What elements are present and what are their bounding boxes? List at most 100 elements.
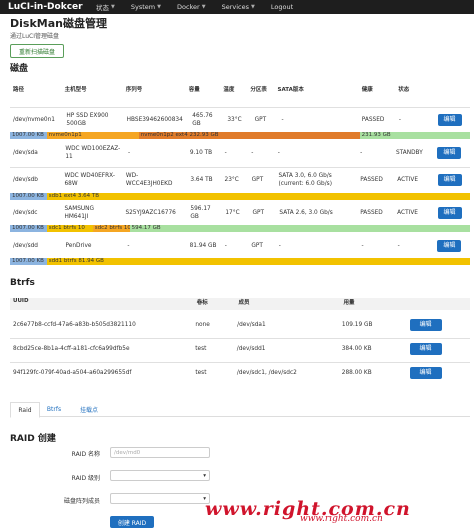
col-serial: 序列号 bbox=[125, 87, 143, 93]
disk-model: PenDrive bbox=[65, 243, 92, 249]
partition-bar[interactable]: 1007.00 KB sdb1 ext4 3.64 TB bbox=[10, 193, 470, 200]
disk-temp: 17°C bbox=[225, 210, 240, 216]
col-health: 健康 bbox=[361, 87, 373, 93]
col-uuid: UUID bbox=[13, 298, 29, 304]
chevron-down-icon: ▼ bbox=[251, 4, 255, 10]
col-members: 成员 bbox=[238, 300, 250, 306]
table-row: /dev/nvme0n1 HP SSD EX900 500GB HBSE3946… bbox=[10, 110, 470, 130]
edit-button[interactable]: 编辑 bbox=[409, 343, 442, 355]
partition-bar[interactable]: 1007.00 KB sdc1 btrfs 10 sdc2 btrfs 10 594.… bbox=[10, 225, 470, 232]
partition-segment[interactable]: sdc1 btrfs 10 bbox=[46, 225, 93, 232]
disk-size: 596.17 GB bbox=[190, 206, 211, 220]
edit-button[interactable]: 编辑 bbox=[409, 319, 442, 331]
partition-segment[interactable]: sdd1 btrfs 81.94 GB bbox=[46, 258, 470, 265]
table-row: /dev/sda WDC WD100EZAZ-11 - 9.10 TB - - … bbox=[10, 143, 470, 163]
partition-segment[interactable]: 1007.00 KB bbox=[10, 225, 47, 232]
disk-ptable: - bbox=[251, 150, 254, 156]
edit-button[interactable]: 编辑 bbox=[409, 367, 442, 379]
menu-item-docker[interactable]: Docker ▼ bbox=[169, 2, 214, 12]
disk-serial: WD-WCC4E3JH0EKD bbox=[125, 173, 173, 187]
page-subtitle: 通过LuCI管理磁盘 bbox=[10, 33, 59, 40]
disk-size: 81.94 GB bbox=[189, 243, 217, 249]
disk-health: PASSED bbox=[360, 177, 383, 183]
disk-ptable: GPT bbox=[252, 210, 265, 216]
partition-segment-label: 1007.00 KB bbox=[12, 193, 44, 199]
btrfs-members: /dev/sda1 bbox=[237, 322, 266, 328]
tab-btrfs[interactable]: Btrfs bbox=[40, 402, 68, 416]
disk-path: /dev/sda bbox=[13, 150, 38, 156]
raid-level-select[interactable]: ▾ bbox=[110, 470, 210, 481]
rescan-disks-button[interactable]: 重新扫描磁盘 bbox=[10, 44, 64, 58]
disk-status: STANDBY bbox=[396, 150, 423, 156]
btrfs-usage: 109.19 GB bbox=[341, 322, 373, 328]
disk-path: /dev/sdd bbox=[13, 243, 38, 249]
btrfs-table-header: UUID 卷标 成员 用量 bbox=[10, 298, 470, 310]
partition-segment[interactable]: 594.17 GB bbox=[129, 225, 470, 232]
btrfs-uuid: 8cbd25ce-8b1a-4cff-a181-cfc6a99dfb5e bbox=[13, 346, 130, 352]
edit-button[interactable]: 编辑 bbox=[437, 240, 462, 252]
partition-segment-label: nvme0n1p2 ext4 232.93 GB bbox=[140, 132, 219, 138]
disk-status: - bbox=[397, 243, 400, 249]
disk-size: 9.10 TB bbox=[189, 150, 213, 156]
disk-serial: - bbox=[127, 243, 130, 249]
menu-item-label: System bbox=[130, 3, 156, 11]
menu-item-label: Services bbox=[221, 3, 250, 11]
btrfs-heading: Btrfs bbox=[10, 278, 35, 288]
disk-status: - bbox=[398, 117, 401, 123]
disks-heading: 磁盘 bbox=[10, 64, 29, 74]
disk-path: /dev/sdc bbox=[13, 210, 38, 216]
menu-item-system[interactable]: System ▼ bbox=[123, 2, 169, 12]
edit-button[interactable]: 编辑 bbox=[437, 174, 462, 186]
watermark-small: www.right.com.cn bbox=[300, 514, 383, 524]
partition-bar[interactable]: 1007.00 KB sdd1 btrfs 81.94 GB bbox=[10, 258, 470, 265]
col-action bbox=[408, 298, 470, 310]
menu-item-label: 状态 bbox=[96, 4, 109, 12]
col-sata: SATA版本 bbox=[277, 87, 304, 93]
partition-segment[interactable]: 231.93 GB bbox=[359, 132, 470, 139]
partition-segment[interactable]: nvme0n1p2 ext4 232.93 GB bbox=[138, 132, 360, 139]
btrfs-label: none bbox=[195, 322, 210, 328]
partition-segment[interactable]: 1007.00 KB bbox=[10, 258, 47, 265]
disk-temp: - bbox=[224, 150, 227, 156]
raid-members-select[interactable]: ▾ bbox=[110, 493, 210, 504]
main-menu: 状态 ▼ System ▼ Docker ▼ Services ▼ Logout bbox=[88, 2, 301, 12]
brand-logo[interactable]: LuCI-in-Dokcer bbox=[0, 2, 88, 12]
disk-temp: - bbox=[224, 243, 227, 249]
disk-status: ACTIVE bbox=[397, 210, 418, 216]
edit-button[interactable]: 编辑 bbox=[437, 114, 462, 126]
page-title: DiskMan磁盘管理 bbox=[10, 17, 107, 30]
partition-segment-label: nvme0n1p1 bbox=[48, 132, 82, 138]
partition-segment-label: 594.17 GB bbox=[131, 225, 161, 231]
table-row: /dev/sdb WDC WD40EFRX-68W WD-WCC4E3JH0EK… bbox=[10, 170, 470, 190]
tab-raid[interactable]: Raid bbox=[10, 402, 40, 418]
menu-item-logout[interactable]: Logout bbox=[263, 2, 301, 12]
partition-segment[interactable]: nvme0n1p1 bbox=[46, 132, 139, 139]
partition-segment-label: 1007.00 KB bbox=[12, 258, 44, 264]
disk-path: /dev/nvme0n1 bbox=[13, 117, 55, 123]
disk-sata: SATA 3.0, 6.0 Gb/s (current: 6.0 Gb/s) bbox=[278, 173, 332, 187]
partition-segment[interactable]: sdc2 btrfs 10 bbox=[92, 225, 131, 232]
menu-item-status[interactable]: 状态 ▼ bbox=[88, 2, 123, 12]
partition-segment[interactable]: 1007.00 KB bbox=[10, 132, 47, 139]
partition-segment-label: 1007.00 KB bbox=[12, 225, 44, 231]
divider bbox=[10, 107, 470, 108]
create-raid-button[interactable]: 创建 RAID bbox=[110, 516, 154, 528]
tab-bar: Raid Btrfs 挂载点 bbox=[10, 400, 470, 418]
disk-model: WDC WD40EFRX-68W bbox=[64, 173, 115, 187]
partition-segment[interactable]: 1007.00 KB bbox=[10, 193, 47, 200]
partition-segment[interactable]: sdb1 ext4 3.64 TB bbox=[46, 193, 470, 200]
menu-item-label: Logout bbox=[270, 3, 294, 11]
btrfs-usage: 384.00 KB bbox=[341, 346, 372, 352]
edit-button[interactable]: 编辑 bbox=[437, 207, 462, 219]
raid-name-input[interactable]: /dev/md0 bbox=[110, 447, 210, 458]
disk-ptable: GPT bbox=[251, 243, 263, 249]
chevron-down-icon: ▾ bbox=[203, 472, 206, 479]
table-row: 94f129fc-079f-40ad-a504-a60a299655df tes… bbox=[10, 362, 470, 384]
btrfs-uuid: 2c6e77b8-ccfd-47a6-a83b-b505d3821110 bbox=[13, 322, 136, 328]
edit-button[interactable]: 编辑 bbox=[437, 147, 462, 159]
partition-bar[interactable]: 1007.00 KB nvme0n1p1 nvme0n1p2 ext4 232.93… bbox=[10, 132, 470, 139]
menu-item-services[interactable]: Services ▼ bbox=[214, 2, 263, 12]
tab-mountpoints[interactable]: 挂载点 bbox=[72, 402, 106, 416]
partition-segment-label: sdc2 btrfs 10 bbox=[94, 225, 131, 231]
col-status: 状态 bbox=[398, 87, 410, 93]
